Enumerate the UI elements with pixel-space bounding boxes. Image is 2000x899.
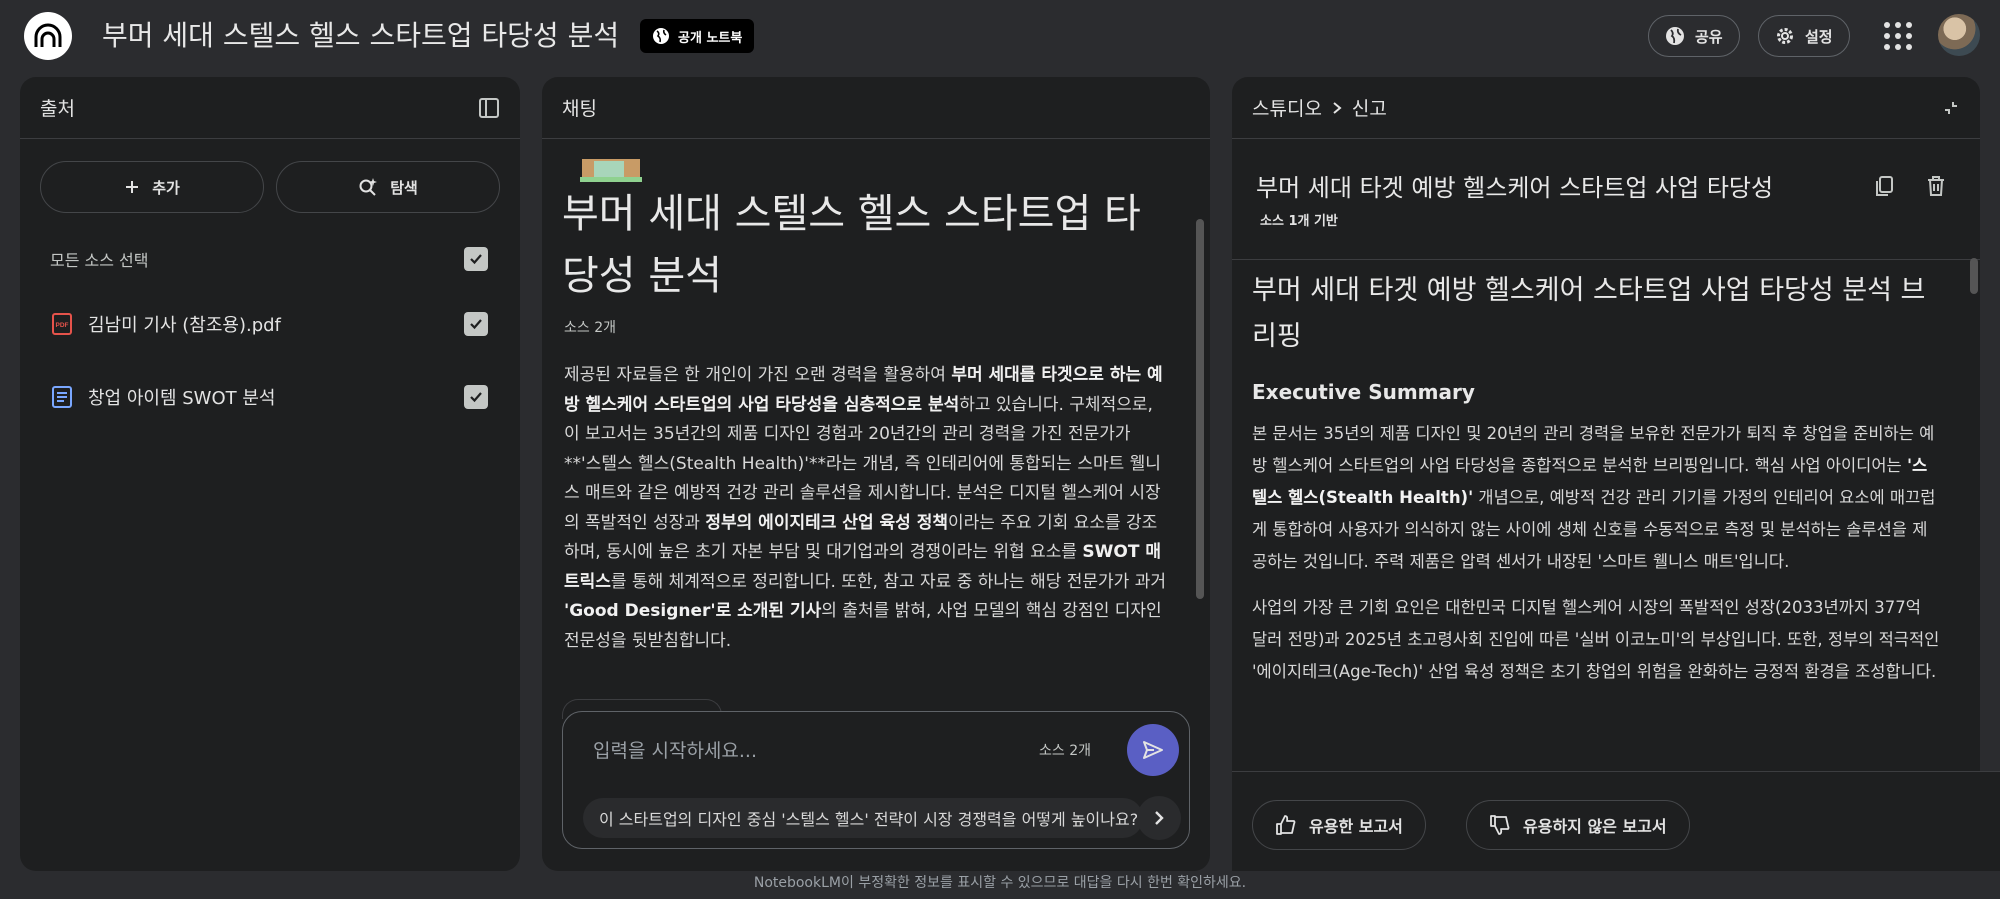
globe-icon [653,28,669,44]
collapse-icon[interactable] [1942,99,1960,117]
chat-doc-title: 부머 세대 스텔스 헬스 스타트업 타당성 분석 [562,191,1141,299]
notebook-title[interactable]: 부머 세대 스텔스 헬스 스타트업 타당성 분석 [102,14,619,58]
add-source-button[interactable]: 추가 [40,161,264,213]
text-segment: 제공된 자료들은 한 개인이 가진 오랜 경력을 활용하여 [564,365,952,385]
report-feedback-bar: 유용한 보고서 유용하지 않은 보고서 [1232,771,2000,871]
sources-header: 출처 [20,77,520,139]
report-content: 부머 세대 타겟 예방 헬스케어 스타트업 사업 타당성 분석 브리핑 Exec… [1252,268,1940,688]
settings-button[interactable]: 설정 [1758,15,1850,57]
text-segment: 본 문서는 35년의 제품 디자인 및 20년의 관리 경력을 보유한 전문가가… [1252,424,1935,475]
report-paragraph: 사업의 가장 큰 기회 요인은 대한민국 디지털 헬스케어 시장의 폭발적인 성… [1252,598,1940,681]
helpful-label: 유용한 보고서 [1309,817,1403,836]
chat-composer: 입력을 시작하세요... 소스 2개 이 스타트업의 디자인 중심 '스텔스 헬… [562,711,1190,849]
not-helpful-label: 유용하지 않은 보고서 [1523,817,1667,836]
gear-icon [1777,28,1793,44]
settings-label: 설정 [1805,27,1833,46]
source-checkbox[interactable] [464,385,488,409]
report-section-title: Executive Summary [1252,380,1475,404]
sources-panel: 출처 추가 탐색 모든 소스 선택 PDF 김남미 기사 (참조용).pdf 창… [20,77,520,871]
helpful-report-button[interactable]: 유용한 보고서 [1252,800,1426,850]
chat-summary: 제공된 자료들은 한 개인이 가진 오랜 경력을 활용하여 부머 세대를 타겟으… [564,361,1169,656]
thumbs-down-icon [1490,815,1510,835]
report-heading: 부머 세대 타겟 예방 헬스케어 스타트업 사업 타당성 분석 브리핑 [1252,275,1926,352]
public-badge-label: 공개 노트북 [678,30,743,46]
avatar[interactable] [1938,14,1980,56]
public-notebook-badge: 공개 노트북 [640,19,755,53]
collapse-panel-icon[interactable] [478,97,500,119]
notebook-emoji-icon [580,159,642,182]
document-icon [52,386,72,408]
send-button[interactable] [1127,724,1179,776]
share-button[interactable]: 공유 [1648,15,1740,57]
not-helpful-report-button[interactable]: 유용하지 않은 보고서 [1466,800,1690,850]
select-all-label: 모든 소스 선택 [50,251,149,270]
suggested-question[interactable]: 이 스타트업의 디자인 중심 '스텔스 헬스' 전략이 시장 경쟁력을 어떻게 … [583,798,1143,838]
checkmark-icon [470,319,482,330]
search-sparkle-icon [359,178,378,196]
apps-grid-icon[interactable] [1880,18,1916,54]
checkmark-icon [470,392,482,403]
add-label: 추가 [152,178,180,197]
thumbs-up-icon [1276,815,1296,835]
source-checkbox[interactable] [464,312,488,336]
checkmark-icon [470,254,482,265]
globe-icon [1666,27,1684,45]
source-item-label: 창업 아이템 SWOT 분석 [88,388,276,409]
source-item-label: 김남미 기사 (참조용).pdf [88,315,281,336]
studio-divider [1232,259,1980,260]
chat-input[interactable]: 입력을 시작하세요... [593,736,757,763]
chevron-right-icon [1155,811,1164,825]
discover-label: 탐색 [390,178,418,197]
source-item[interactable]: PDF 김남미 기사 (참조용).pdf [50,304,488,344]
chat-source-count: 소스 2개 [564,320,616,336]
svg-text:PDF: PDF [56,322,69,329]
breadcrumb-current: 신고 [1351,98,1387,120]
chat-header: 채팅 [542,77,1210,139]
source-item[interactable]: 창업 아이템 SWOT 분석 [50,377,488,417]
share-label: 공유 [1695,27,1723,46]
chevron-right-icon [1333,101,1342,114]
next-suggestion-button[interactable] [1137,796,1181,840]
select-all-row[interactable]: 모든 소스 선택 [50,239,488,279]
select-all-checkbox[interactable] [464,247,488,271]
breadcrumb-studio[interactable]: 스튜디오 [1252,94,1322,121]
send-icon [1143,741,1163,759]
top-bar: 부머 세대 스텔스 헬스 스타트업 타당성 분석 공개 노트북 공유 설정 [0,0,2000,76]
disclaimer-note: NotebookLM이 부정확한 정보를 표시할 수 있으므로 대답을 다시 한… [753,875,1247,891]
bold-text: 정부의 에이지테크 산업 육성 정책 [705,512,948,533]
notebooklm-logo-icon[interactable] [24,12,72,60]
report-source-badge: 소스 1개 기반 [1260,214,1338,229]
copy-icon[interactable] [1872,174,1896,198]
studio-header: 스튜디오 신고 [1232,77,1980,139]
source-actions: 추가 탐색 [40,161,500,213]
text-segment: 를 통해 체계적으로 정리합니다. 또한, 참고 자료 중 하나는 해당 전문가… [610,571,1167,592]
chat-scrollbar[interactable] [1196,219,1204,599]
report-paragraph: 본 문서는 35년의 제품 디자인 및 20년의 관리 경력을 보유한 전문가가… [1252,418,1940,578]
discover-sources-button[interactable]: 탐색 [276,161,500,213]
pdf-icon: PDF [52,313,72,335]
bold-text: 'Good Designer'로 소개된 기사 [564,601,822,621]
trash-icon[interactable] [1924,174,1948,198]
studio-scrollbar[interactable] [1970,258,1978,294]
report-title[interactable]: 부머 세대 타겟 예방 헬스케어 스타트업 사업 타당성 [1256,168,1773,203]
plus-icon [126,181,139,193]
sources-title: 출처 [40,98,75,120]
composer-source-count: 소스 2개 [1039,743,1091,759]
chat-title: 채팅 [562,98,597,120]
